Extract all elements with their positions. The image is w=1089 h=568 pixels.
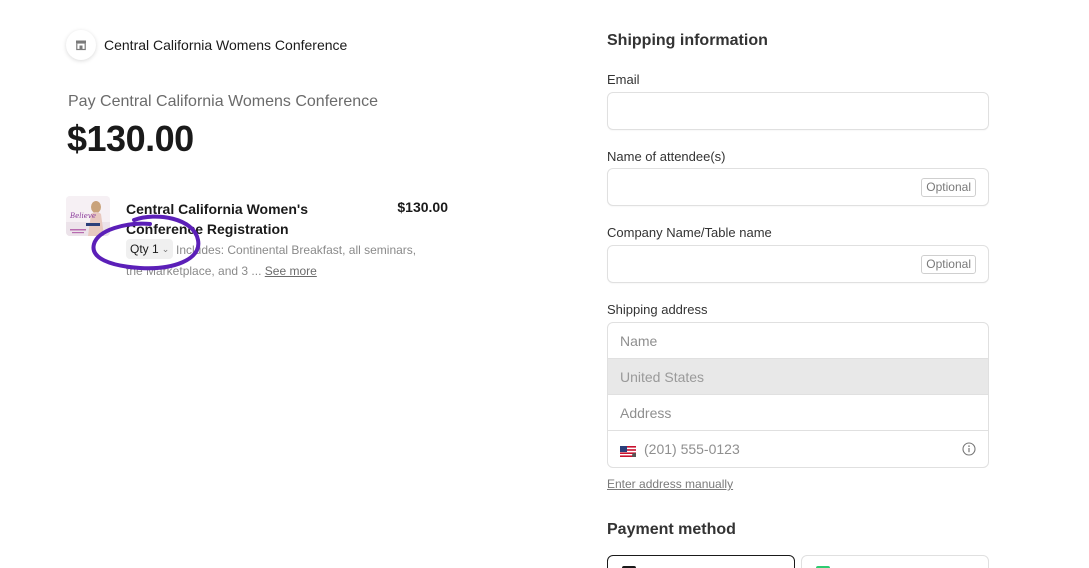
attendee-label: Name of attendee(s)	[607, 149, 726, 164]
country-select[interactable]: United States	[608, 359, 988, 395]
shipping-address-label: Shipping address	[607, 302, 708, 317]
country-value: United States	[620, 368, 705, 385]
attendee-field[interactable]: Optional	[607, 168, 989, 206]
storefront-icon	[66, 30, 96, 60]
product-thumbnail: Believe	[66, 196, 110, 236]
see-more-link[interactable]: See more	[265, 264, 317, 278]
company-field[interactable]: Optional	[607, 245, 989, 283]
payment-tab-alternate[interactable]	[801, 555, 989, 568]
address-name-field[interactable]: Name	[608, 323, 988, 359]
enter-address-manually-link[interactable]: Enter address manually	[607, 477, 733, 491]
quantity-selector[interactable]: Qty 1 ⌄	[126, 239, 174, 259]
optional-badge: Optional	[921, 255, 976, 274]
address-line-field[interactable]: Address	[608, 395, 988, 431]
optional-badge: Optional	[921, 178, 976, 197]
pay-label: Pay Central California Womens Conference	[68, 93, 379, 110]
chevron-down-icon: ⌄	[161, 243, 170, 254]
phone-field[interactable]: (201) 555-0123	[608, 431, 988, 467]
email-label: Email	[607, 72, 640, 87]
quantity-label: Qty 1	[130, 242, 159, 256]
info-icon[interactable]	[962, 442, 976, 456]
shipping-address-group: Name United States Address (201) 555-012…	[607, 322, 989, 468]
merchant-name: Central California Womens Conference	[104, 37, 348, 53]
payment-section-title: Payment method	[607, 521, 736, 538]
item-name: Central California Women's Conference Re…	[126, 201, 308, 237]
shipping-section-title: Shipping information	[607, 32, 768, 49]
email-field[interactable]	[607, 92, 989, 130]
item-price: $130.00	[397, 199, 448, 215]
thumbnail-logo-text: Believe	[69, 212, 96, 220]
phone-placeholder: (201) 555-0123	[644, 441, 740, 457]
us-flag-icon[interactable]	[620, 444, 637, 458]
company-label: Company Name/Table name	[607, 225, 772, 240]
address-placeholder: Address	[620, 404, 672, 421]
merchant-header[interactable]: Central California Womens Conference	[66, 30, 347, 60]
name-placeholder: Name	[620, 332, 658, 349]
order-summary-panel	[0, 0, 527, 568]
payment-tab-card[interactable]	[607, 555, 795, 568]
total-amount: $130.00	[67, 118, 194, 159]
